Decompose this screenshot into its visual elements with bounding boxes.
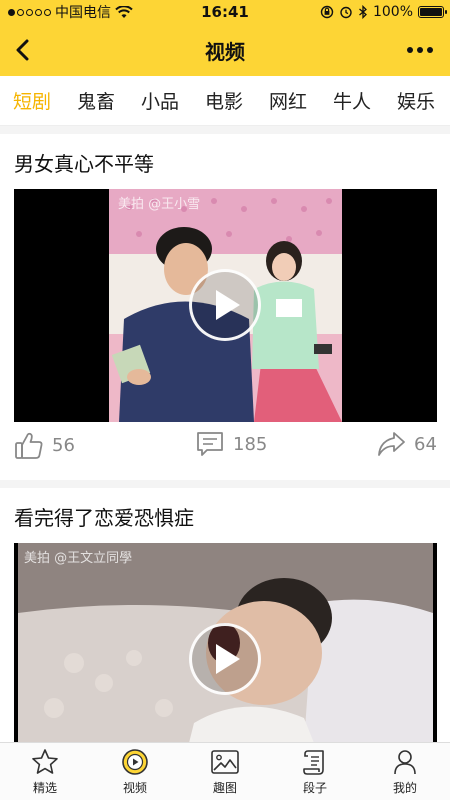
back-button[interactable] [8, 34, 38, 66]
tab-jokes[interactable]: 段子 [270, 743, 360, 800]
orientation-lock-icon [320, 5, 334, 19]
play-icon [216, 290, 240, 320]
more-options-button[interactable] [400, 34, 440, 66]
play-circle-icon [122, 749, 148, 775]
nav-bar: 视频 [0, 24, 450, 76]
tab-label: 趣图 [212, 781, 237, 795]
category-tabs: 短剧 鬼畜 小品 电影 网红 牛人 娱乐 [0, 76, 450, 126]
more-dot-icon [427, 47, 433, 53]
thumbs-up-icon [15, 432, 43, 459]
video-player[interactable]: 美拍 @王小雪 [14, 189, 437, 422]
more-dot-icon [417, 47, 423, 53]
feed-card: 看完得了恋爱恐惧症 美拍 @王文立同學 [0, 488, 450, 743]
battery-percent: 100% [372, 4, 413, 20]
status-bar: 中国电信 16:41 100% [0, 0, 450, 24]
share-button[interactable]: 64 [376, 430, 437, 458]
tab-kichiku[interactable]: 鬼畜 [64, 87, 128, 114]
video-watermark: 美拍 @王文立同學 [24, 551, 133, 566]
carrier-label: 中国电信 [55, 5, 111, 21]
tab-featured[interactable]: 精选 [0, 743, 90, 800]
tab-funny-pics[interactable]: 趣图 [180, 743, 270, 800]
chevron-left-icon [16, 39, 29, 61]
card-divider [0, 480, 450, 488]
status-right: 100% [320, 4, 447, 20]
tab-label: 我的 [392, 781, 417, 795]
tab-label: 视频 [122, 781, 147, 795]
video-player[interactable]: 美拍 @王文立同學 [14, 543, 437, 743]
star-icon [32, 749, 58, 774]
play-icon [216, 644, 240, 674]
signal-carrier: 中国电信 [0, 2, 160, 22]
alarm-icon [340, 6, 352, 19]
tab-experts[interactable]: 牛人 [320, 87, 384, 114]
comment-icon [197, 432, 223, 456]
comment-button[interactable]: 185 [195, 430, 267, 458]
tab-label: 段子 [302, 781, 327, 795]
scroll-icon [303, 750, 324, 775]
tab-profile[interactable]: 我的 [360, 743, 450, 800]
tab-label: 精选 [32, 781, 57, 795]
tab-videos[interactable]: 视频 [90, 743, 180, 800]
bottom-tab-bar: 精选 视频 趣图 段子 我的 [0, 742, 450, 800]
wifi-icon [115, 5, 133, 18]
page-title: 视频 [205, 39, 245, 64]
app-screen: 中国电信 16:41 100% 视频 短剧 鬼畜 小品 电影 网红 牛人 娱乐 … [0, 0, 450, 800]
signal-strength-icon [8, 8, 51, 16]
share-arrow-icon [378, 432, 405, 456]
like-button[interactable]: 56 [14, 430, 75, 460]
video-watermark: 美拍 @王小雪 [118, 197, 201, 212]
tab-entertainment[interactable]: 娱乐 [384, 87, 448, 114]
image-icon [211, 750, 239, 774]
play-button[interactable] [189, 623, 261, 695]
share-count: 64 [414, 433, 437, 455]
video-title[interactable]: 男女真心不平等 [14, 148, 154, 177]
tab-movies[interactable]: 电影 [192, 87, 256, 114]
engagement-bar: 56 185 64 [0, 424, 450, 474]
section-divider [0, 126, 450, 134]
person-icon [394, 750, 416, 775]
video-title[interactable]: 看完得了恋爱恐惧症 [14, 502, 194, 531]
tab-skits[interactable]: 小品 [128, 87, 192, 114]
bluetooth-icon [359, 5, 367, 19]
feed-card: 男女真心不平等 美拍 @王小雪 56 185 64 [0, 134, 450, 480]
comment-count: 185 [233, 433, 268, 455]
like-count: 56 [52, 434, 75, 456]
more-dot-icon [407, 47, 413, 53]
play-button[interactable] [189, 269, 261, 341]
tab-influencers[interactable]: 网红 [256, 87, 320, 114]
tab-short-drama[interactable]: 短剧 [0, 87, 64, 114]
battery-icon [418, 6, 447, 18]
